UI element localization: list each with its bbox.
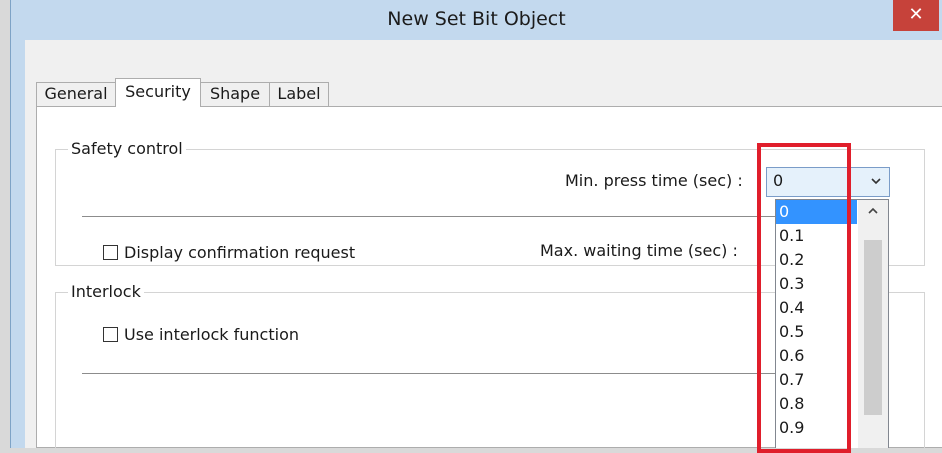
dropdown-option[interactable]: 0.3 [776, 272, 857, 296]
dropdown-option[interactable]: 0.6 [776, 344, 857, 368]
window-title: New Set Bit Object [387, 8, 566, 30]
dropdown-option[interactable]: 0.4 [776, 296, 857, 320]
dropdown-option[interactable]: 0 [776, 200, 857, 224]
display-confirmation-label: Display confirmation request [124, 242, 356, 262]
dropdown-option[interactable]: 0.1 [776, 224, 857, 248]
tab-security[interactable]: Security [115, 78, 201, 107]
display-confirmation-checkbox[interactable] [103, 244, 118, 260]
min-press-time-dropdown-list: 0 0.1 0.2 0.3 0.4 0.5 0.6 0.7 0.8 0.9 [775, 199, 889, 448]
tab-shape[interactable]: Shape [200, 82, 270, 106]
safety-control-group-label: Safety control [68, 138, 186, 160]
tab-label[interactable]: Label [269, 82, 329, 106]
dropdown-scrollbar[interactable] [858, 200, 888, 448]
separator-line [82, 373, 782, 374]
min-press-time-label: Min. press time (sec) : [565, 171, 743, 190]
chevron-down-icon [871, 178, 881, 185]
min-press-time-combo[interactable]: 0 [766, 167, 890, 197]
use-interlock-label: Use interlock function [124, 324, 299, 344]
dropdown-option[interactable]: 0.7 [776, 368, 857, 392]
tab-general[interactable]: General [36, 82, 116, 106]
scroll-thumb[interactable] [864, 240, 882, 415]
use-interlock-checkbox[interactable] [103, 326, 118, 342]
display-confirmation-row: Display confirmation request [103, 241, 355, 263]
dropdown-option[interactable]: 0.5 [776, 320, 857, 344]
chevron-up-icon [868, 207, 878, 214]
use-interlock-row: Use interlock function [103, 323, 299, 345]
dropdown-option[interactable]: 0.9 [776, 416, 857, 440]
scroll-up-button[interactable] [858, 200, 888, 222]
dropdown-option[interactable]: 0.2 [776, 248, 857, 272]
interlock-group-label: Interlock [68, 281, 144, 303]
max-waiting-time-label: Max. waiting time (sec) : [540, 241, 738, 260]
min-press-time-value: 0 [773, 171, 784, 190]
separator-line [82, 216, 782, 217]
close-button[interactable]: ✕ [893, 0, 939, 31]
dropdown-option[interactable]: 0.8 [776, 392, 857, 416]
close-icon: ✕ [908, 4, 924, 25]
